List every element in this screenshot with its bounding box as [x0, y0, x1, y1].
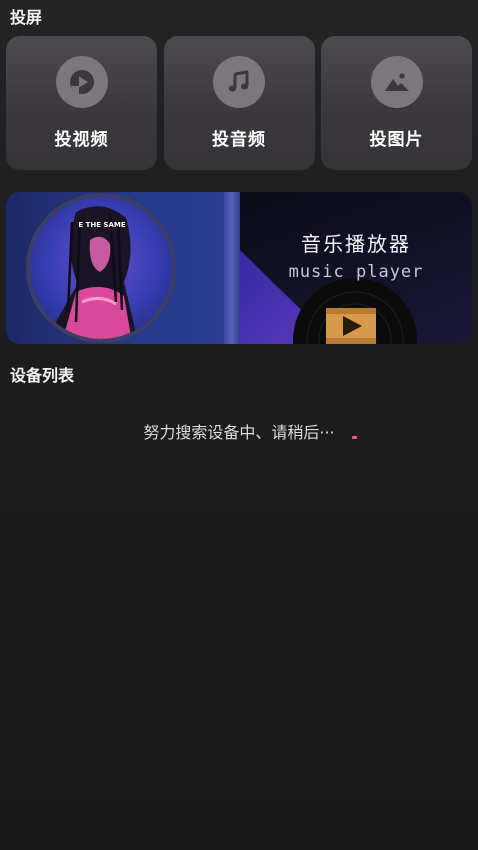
banner-subtitle: music player — [288, 262, 424, 282]
cast-image-label: 投图片 — [369, 130, 424, 150]
album-cover-text: E THE SAME — [78, 221, 125, 229]
play-badge-icon — [326, 308, 376, 344]
cast-audio-button[interactable]: 投音频 — [163, 36, 315, 170]
device-search-status: 努力搜索设备中、请稍后··· — [143, 423, 335, 442]
music-player-banner[interactable]: E THE SAME 音乐播放器 music player — [6, 192, 472, 344]
image-icon — [370, 56, 423, 108]
music-note-icon — [213, 56, 265, 108]
cast-video-label: 投视频 — [54, 130, 109, 150]
video-play-icon — [55, 56, 108, 108]
loading-indicator — [352, 436, 357, 439]
cast-image-button[interactable]: 投图片 — [321, 36, 472, 170]
cast-options: 投视频 投音频 投图片 — [6, 36, 472, 170]
cast-audio-label: 投音频 — [212, 130, 266, 150]
banner-title: 音乐播放器 — [301, 232, 411, 256]
devices-section-title: 设备列表 — [10, 366, 75, 385]
cast-video-button[interactable]: 投视频 — [6, 36, 157, 170]
cast-section-title: 投屏 — [10, 8, 43, 27]
